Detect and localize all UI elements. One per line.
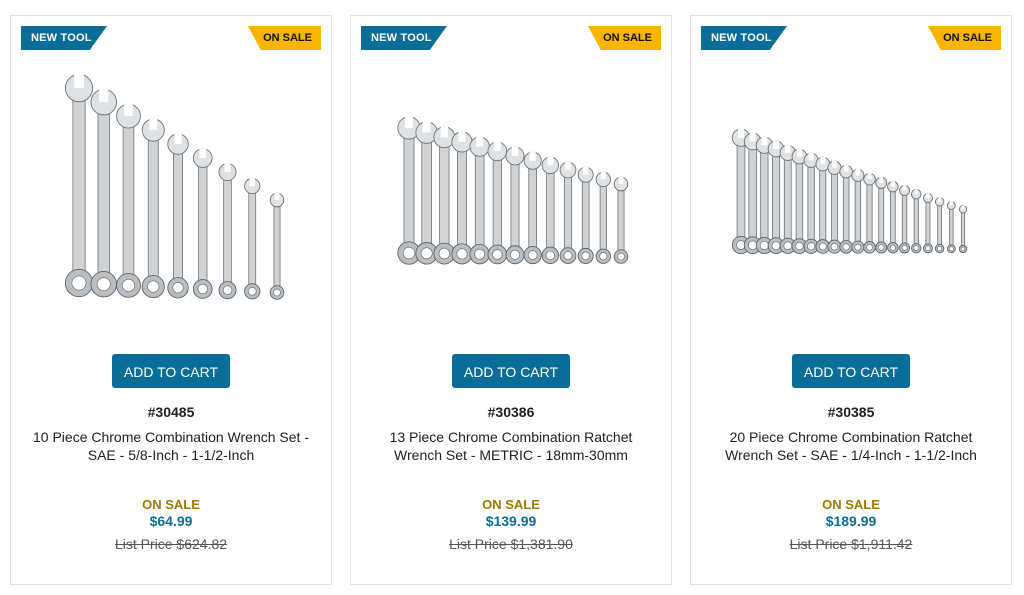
wrench-icon xyxy=(415,121,438,265)
new-tool-badge: NEW TOOL xyxy=(361,26,447,50)
wrench-icon xyxy=(791,148,808,254)
wrench-icon xyxy=(244,177,261,300)
wrench-icon xyxy=(815,156,831,254)
list-price: List Price $1,381.90 xyxy=(449,536,573,552)
wrench-icon xyxy=(958,205,968,254)
product-sku: #30385 xyxy=(827,404,875,420)
wrench-icon xyxy=(887,180,899,254)
add-to-cart-button[interactable]: ADD TO CART xyxy=(452,354,570,388)
product-image[interactable] xyxy=(391,66,631,306)
ratchet-wrench-set-image xyxy=(731,128,968,255)
new-tool-badge: NEW TOOL xyxy=(701,26,787,50)
sale-price: $189.99 xyxy=(825,513,877,529)
on-sale-badge: ON SALE xyxy=(587,26,661,50)
list-price: List Price $624.82 xyxy=(114,536,228,552)
wrench-icon xyxy=(523,151,542,265)
product-card[interactable]: NEW TOOL ON SALE ADD TO CART #30386 13 P… xyxy=(350,15,672,585)
product-grid: NEW TOOL ON SALE ADD TO CART #30485 10 P… xyxy=(10,15,1014,587)
wrench-icon xyxy=(595,171,611,264)
wrench-icon xyxy=(863,172,876,254)
wrench-icon xyxy=(141,118,165,299)
wrench-icon xyxy=(451,131,473,265)
wrench-icon xyxy=(64,73,94,298)
wrench-icon xyxy=(505,146,525,265)
new-tool-badge: NEW TOOL xyxy=(21,26,107,50)
wrench-icon xyxy=(613,176,629,264)
wrench-icon xyxy=(433,126,456,265)
wrench-icon xyxy=(559,161,577,264)
sale-price: $64.99 xyxy=(149,513,193,529)
wrench-icon xyxy=(911,189,922,254)
wrench-icon xyxy=(827,160,842,254)
wrench-icon xyxy=(851,168,865,254)
sale-label: ON SALE xyxy=(482,497,540,512)
ratchet-wrench-set-image xyxy=(397,116,629,265)
sale-price: $139.99 xyxy=(485,513,537,529)
product-sku: #30485 xyxy=(147,404,195,420)
wrench-icon xyxy=(922,193,933,254)
product-title[interactable]: 20 Piece Chrome Combination Ratchet Wren… xyxy=(707,428,995,464)
list-price: List Price $1,911.42 xyxy=(789,536,913,552)
wrench-icon xyxy=(899,184,911,254)
wrench-icon xyxy=(875,176,888,254)
wrench-icon xyxy=(803,152,819,254)
wrench-icon xyxy=(839,164,853,254)
wrench-icon xyxy=(577,166,594,264)
on-sale-badge: ON SALE xyxy=(927,26,1001,50)
product-sku: #30386 xyxy=(487,404,535,420)
combination-wrench-set-image xyxy=(64,73,285,300)
product-title[interactable]: 10 Piece Chrome Combination Wrench Set -… xyxy=(27,428,315,464)
wrench-icon xyxy=(397,116,421,265)
product-card[interactable]: NEW TOOL ON SALE ADD TO CART #30385 20 P… xyxy=(690,15,1012,585)
wrench-icon xyxy=(541,156,560,265)
wrench-icon xyxy=(946,201,956,254)
add-to-cart-button[interactable]: ADD TO CART xyxy=(792,354,910,388)
wrench-icon xyxy=(167,133,189,299)
product-image[interactable] xyxy=(51,66,291,306)
wrench-icon xyxy=(934,197,945,254)
wrench-icon xyxy=(269,192,285,300)
sale-label: ON SALE xyxy=(822,497,880,512)
product-title[interactable]: 13 Piece Chrome Combination Ratchet Wren… xyxy=(367,428,655,464)
on-sale-badge: ON SALE xyxy=(247,26,321,50)
wrench-icon xyxy=(116,103,141,298)
add-to-cart-button[interactable]: ADD TO CART xyxy=(112,354,230,388)
sale-label: ON SALE xyxy=(142,497,200,512)
product-image[interactable] xyxy=(731,66,971,306)
wrench-icon xyxy=(487,141,508,265)
product-card[interactable]: NEW TOOL ON SALE ADD TO CART #30485 10 P… xyxy=(10,15,332,585)
wrench-icon xyxy=(469,136,490,265)
wrench-icon xyxy=(218,163,237,300)
wrench-icon xyxy=(192,148,213,299)
wrench-icon xyxy=(90,88,117,298)
